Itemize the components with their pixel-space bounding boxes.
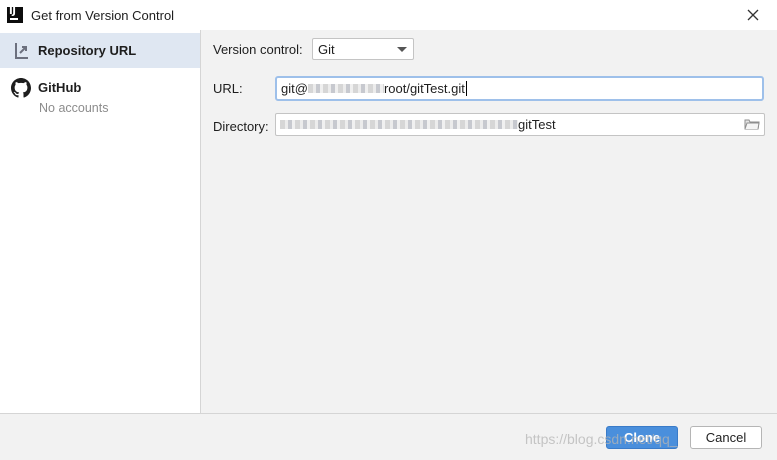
directory-value: gitTest xyxy=(280,117,556,132)
url-input[interactable]: git@ root/gitTest.git xyxy=(275,76,764,101)
dialog-footer: Clone Cancel https://blog.csdn.net/qq_ xyxy=(0,413,777,460)
title-bar: IJ Get from Version Control xyxy=(0,0,777,30)
directory-label: Directory: xyxy=(213,119,269,134)
close-button[interactable] xyxy=(740,4,766,26)
sidebar: Repository URL GitHub No accounts xyxy=(0,30,201,413)
cancel-button[interactable]: Cancel xyxy=(690,426,762,449)
version-control-label: Version control: xyxy=(213,42,303,57)
window-title: Get from Version Control xyxy=(31,8,175,23)
close-icon xyxy=(747,9,759,21)
folder-icon[interactable] xyxy=(744,117,760,131)
redacted-text xyxy=(280,120,518,129)
url-label: URL: xyxy=(213,81,243,96)
url-value-prefix: git@ xyxy=(281,81,308,96)
text-caret xyxy=(465,81,467,96)
sidebar-item-sublabel: No accounts xyxy=(39,101,109,115)
github-icon xyxy=(11,78,31,98)
intellij-logo-icon: IJ xyxy=(7,6,23,23)
url-value-suffix: root/gitTest.git xyxy=(383,81,465,96)
version-control-select[interactable]: Git xyxy=(312,38,414,60)
chevron-down-icon xyxy=(397,47,407,52)
vcs-update-icon xyxy=(15,43,28,59)
sidebar-item-github[interactable]: GitHub No accounts xyxy=(0,72,200,120)
directory-input[interactable]: gitTest xyxy=(275,113,765,136)
version-control-value: Git xyxy=(318,42,335,57)
clone-button[interactable]: Clone xyxy=(606,426,678,449)
sidebar-item-repository-url[interactable]: Repository URL xyxy=(0,33,200,68)
sidebar-item-label: GitHub xyxy=(38,80,82,95)
redacted-text xyxy=(307,84,384,93)
main-panel: Version control: Git URL: git@ root/gitTe… xyxy=(201,30,777,413)
sidebar-item-label: Repository URL xyxy=(38,43,137,58)
directory-value-suffix: gitTest xyxy=(518,117,556,132)
url-value: git@ root/gitTest.git xyxy=(281,81,467,96)
